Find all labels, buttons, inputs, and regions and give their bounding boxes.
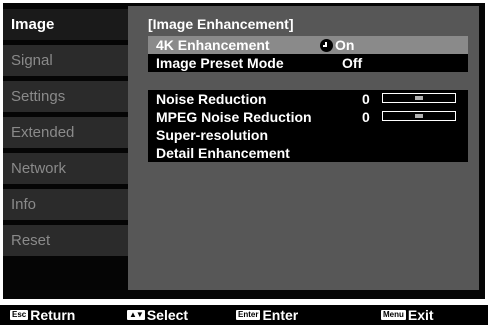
row-value-text: On (335, 37, 355, 53)
row-label: Super-resolution (156, 127, 269, 143)
row-value: Off (342, 55, 363, 71)
panel-title: [Image Enhancement] (148, 16, 294, 32)
select-hint: ▲▼ Select (127, 305, 188, 325)
slider-handle[interactable] (415, 114, 423, 118)
noise-reduction-slider[interactable] (382, 93, 456, 103)
sidebar-item-label: Signal (11, 52, 53, 69)
menu-row-mpeg-noise-reduction[interactable]: MPEG Noise Reduction 0 (148, 108, 468, 126)
settings-panel: [Image Enhancement] 4K Enhancement On Im… (128, 6, 479, 290)
menu-row-super-resolution[interactable]: Super-resolution (148, 126, 468, 144)
exit-label: Exit (407, 307, 434, 323)
row-value: 0 (362, 109, 370, 125)
row-value: 0 (362, 91, 370, 107)
menu-row-4k-enhancement[interactable]: 4K Enhancement On (148, 36, 468, 54)
exit-hint: Menu Exit (381, 305, 434, 325)
sidebar-item-extended[interactable]: Extended (3, 117, 128, 148)
row-label: Detail Enhancement (156, 145, 290, 161)
sidebar-item-image[interactable]: Image (3, 9, 134, 40)
sidebar-item-network[interactable]: Network (3, 153, 128, 184)
sidebar-item-label: Settings (11, 88, 66, 105)
return-hint: Esc Return (10, 305, 75, 325)
up-down-arrows-icon: ▲▼ (127, 310, 145, 320)
enter-key-icon: Enter (236, 310, 261, 320)
menu-row-detail-enhancement[interactable]: Detail Enhancement (148, 144, 468, 162)
sidebar-item-label: Reset (11, 232, 51, 249)
row-label: Image Preset Mode (156, 55, 284, 71)
sidebar-item-reset[interactable]: Reset (3, 225, 128, 256)
slider-handle[interactable] (415, 96, 423, 100)
mpeg-noise-reduction-slider[interactable] (382, 111, 456, 121)
sidebar-item-settings[interactable]: Settings (3, 81, 128, 112)
menu-row-image-preset-mode[interactable]: Image Preset Mode Off (148, 54, 468, 72)
row-label: MPEG Noise Reduction (156, 109, 312, 125)
sidebar-item-signal[interactable]: Signal (3, 45, 128, 76)
sidebar-item-label: Extended (11, 124, 75, 141)
sidebar-item-info[interactable]: Info (3, 189, 128, 220)
sidebar-item-label: Network (11, 160, 67, 177)
esc-key-icon: Esc (10, 310, 29, 320)
enter-hint: Enter Enter (236, 305, 298, 325)
sidebar-item-label: Image (11, 16, 55, 33)
footer-key-guide: Esc Return ▲▼ Select Enter Enter Menu Ex… (0, 305, 488, 325)
row-label: Noise Reduction (156, 91, 267, 107)
menu-key-icon: Menu (381, 310, 406, 320)
row-value: On (320, 36, 354, 54)
return-label: Return (30, 307, 76, 323)
menu-row-noise-reduction[interactable]: Noise Reduction 0 (148, 90, 468, 108)
select-label: Select (146, 307, 189, 323)
row-label: 4K Enhancement (156, 37, 270, 53)
enter-label: Enter (262, 307, 299, 323)
enter-icon (320, 38, 333, 52)
sidebar-item-label: Info (11, 196, 37, 213)
